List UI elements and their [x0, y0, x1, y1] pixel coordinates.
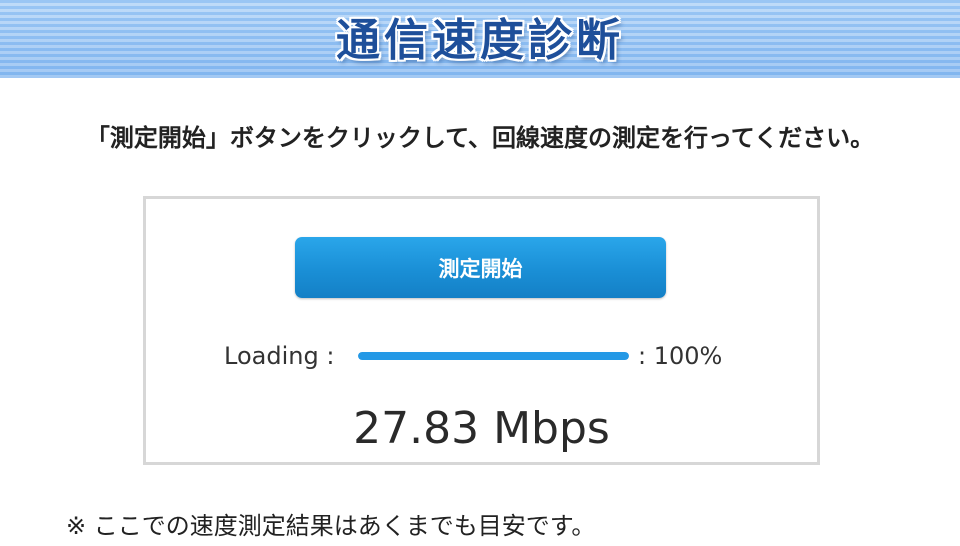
progress-bar-fill [358, 352, 629, 360]
progress-bar [358, 352, 629, 360]
instruction-text: 「測定開始」ボタンをクリックして、回線速度の測定を行ってください。 [85, 124, 875, 152]
loading-row: Loading : : 100% [224, 340, 744, 372]
progress-percent: : 100% [638, 342, 723, 370]
header-banner: 通信速度診断 [0, 0, 960, 78]
disclaimer-note: ※ ここでの速度測定結果はあくまでも目安です。 [66, 512, 596, 540]
page-title: 通信速度診断 [336, 15, 624, 66]
speed-result: 27.83 Mbps [353, 403, 610, 454]
start-measurement-button[interactable]: 測定開始 [295, 237, 666, 298]
loading-label: Loading : [224, 342, 335, 370]
